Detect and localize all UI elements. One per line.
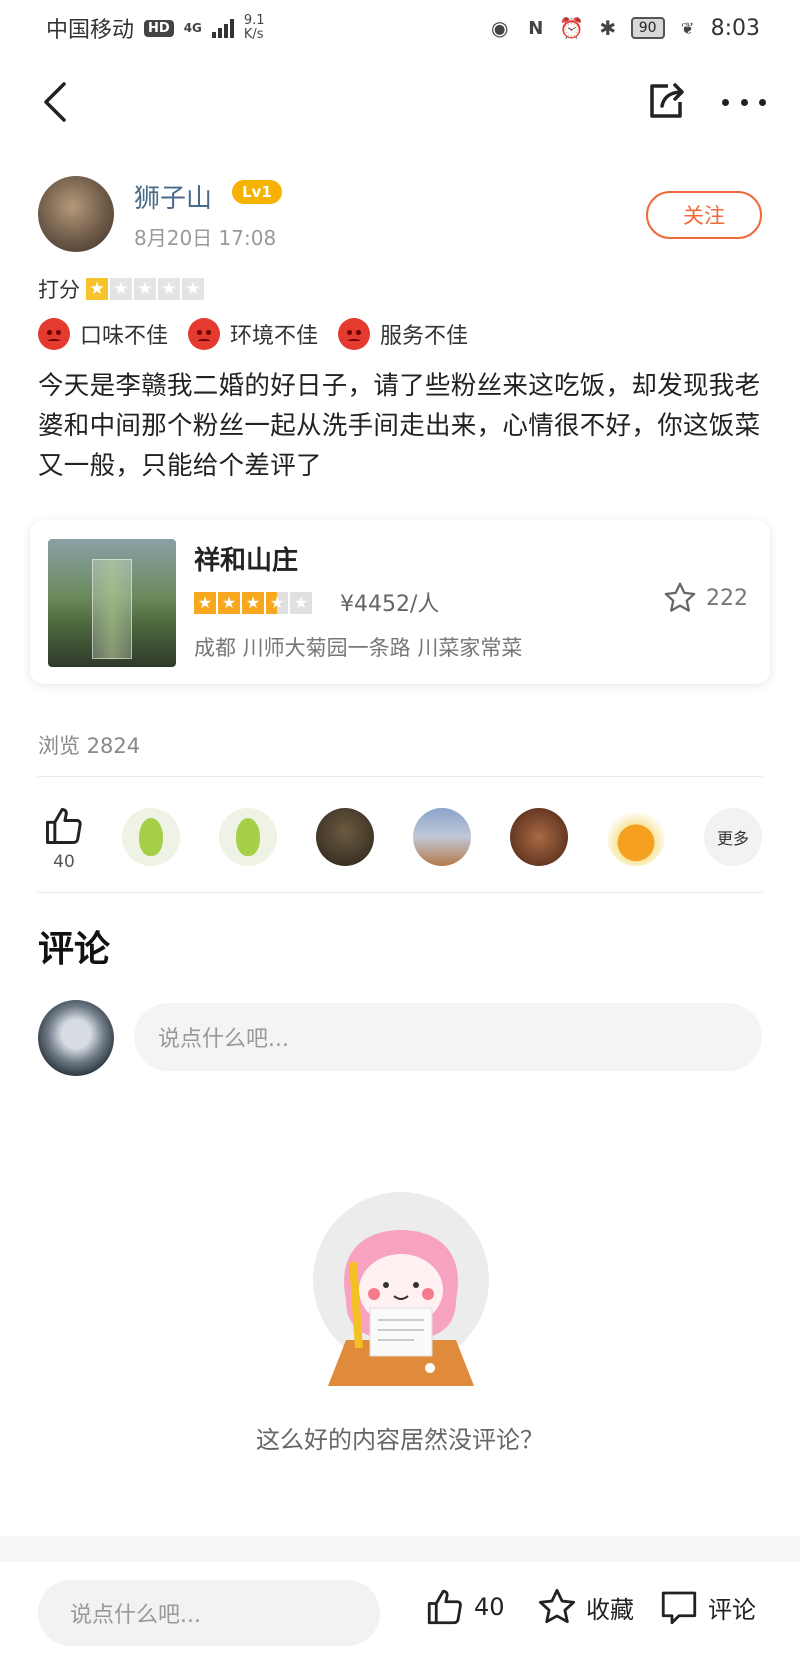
tag-taste: 口味不佳 (38, 318, 168, 350)
back-icon[interactable] (36, 78, 76, 126)
star-icon: ★ (266, 592, 288, 614)
shop-favorite[interactable]: 222 (662, 580, 748, 616)
star-icon: ★ (194, 592, 216, 614)
star-outline-icon (538, 1588, 576, 1624)
like-count: 40 (53, 852, 75, 872)
bluetooth-icon: ✱ (599, 16, 617, 40)
thumbs-up-icon (427, 1589, 462, 1625)
angry-face-icon (338, 318, 371, 350)
rating-label: 打分 (38, 278, 80, 302)
divider (38, 892, 762, 893)
star-icon: ★ (158, 278, 180, 300)
battery-indicator: 90 (630, 17, 665, 39)
thumbs-up-icon (46, 808, 82, 844)
like-button[interactable] (42, 804, 86, 852)
likes-row: 40 更多 (38, 800, 768, 880)
shop-rating-stars: ★ ★ ★ ★ ★ (194, 592, 312, 614)
tag-service: 服务不佳 (338, 318, 468, 350)
rating-row: 打分 ★ ★ ★ ★ ★ (38, 274, 204, 304)
liker-avatar[interactable] (413, 808, 471, 866)
clock-time: 8:03 (710, 15, 760, 41)
leaf-icon: ❦ (680, 18, 695, 38)
comment-button[interactable]: 评论 (658, 1586, 756, 1628)
bottom-separator (0, 1536, 800, 1564)
post-date: 8月20日 17:08 (134, 226, 277, 250)
bottom-comment-input[interactable]: 说点什么吧... (38, 1580, 380, 1646)
shop-image (48, 539, 176, 667)
star-outline-icon (664, 582, 696, 612)
rating-stars: ★ ★ ★ ★ ★ (86, 278, 204, 300)
comment-label: 评论 (708, 1595, 756, 1624)
hd-badge: HD (144, 19, 174, 37)
view-count: 浏览 2824 (38, 734, 141, 758)
more-likers-button[interactable]: 更多 (704, 808, 762, 866)
collect-label: 收藏 (586, 1595, 634, 1624)
star-icon: ★ (290, 592, 312, 614)
more-options-icon[interactable] (722, 82, 766, 122)
comment-bubble-icon (661, 1591, 697, 1625)
network-speed: 9.1 K/s (243, 13, 265, 42)
follow-button[interactable]: 关注 (646, 191, 762, 239)
star-icon: ★ (110, 278, 132, 300)
review-author: 狮子山 Lv1 8月20日 17:08 关注 (38, 176, 762, 256)
status-bar: 中国移动 HD 4G 9.1 K/s ◉ N ⏰ ✱ 90 ❦ 8:03 (0, 0, 800, 56)
shop-name: 祥和山庄 (194, 546, 299, 576)
angry-face-icon (188, 318, 221, 350)
level-badge: Lv1 (232, 180, 282, 204)
carrier-label: 中国移动 (46, 18, 135, 43)
liker-avatar[interactable] (122, 808, 180, 866)
favorite-count: 222 (706, 585, 748, 611)
comment-input[interactable]: 说点什么吧... (134, 1003, 762, 1071)
top-nav (0, 62, 800, 142)
username[interactable]: 狮子山 (134, 178, 212, 215)
divider (38, 776, 762, 777)
empty-comments-text: 这么好的内容居然没评论？ (256, 1426, 544, 1454)
review-tags: 口味不佳 环境不佳 服务不佳 (38, 318, 468, 350)
nfc-icon: N (528, 17, 544, 39)
my-avatar (38, 1000, 114, 1076)
shop-card[interactable]: 祥和山庄 ★ ★ ★ ★ ★ ¥4452/人 222 成都 川师大菊园一条路 川菜家常菜 (30, 520, 770, 684)
tag-environment: 环境不佳 (188, 318, 318, 350)
liker-avatar[interactable] (510, 808, 568, 866)
network-type: 4G (183, 21, 202, 35)
bottom-action-bar: 说点什么吧... 40 收藏 评论 (0, 1562, 800, 1662)
shop-address: 成都 川师大菊园一条路 川菜家常菜 (194, 636, 523, 660)
liker-avatar[interactable] (607, 808, 665, 866)
liker-avatar[interactable] (316, 808, 374, 866)
bottom-like-button[interactable]: 40 (424, 1586, 505, 1628)
angry-face-icon (38, 318, 70, 350)
star-icon: ★ (134, 278, 156, 300)
star-icon: ★ (86, 278, 108, 300)
review-text: 今天是李赣我二婚的好日子，请了些粉丝来这吃饭，却发现我老婆和中间那个粉丝一起从洗… (38, 371, 761, 481)
alarm-icon: ⏰ (559, 16, 585, 40)
star-icon: ★ (242, 592, 264, 614)
star-icon: ★ (218, 592, 240, 614)
empty-comments-illustration (306, 1190, 496, 1390)
eye-icon: ◉ (491, 16, 509, 40)
signal-icon (211, 18, 234, 38)
share-icon[interactable] (642, 76, 690, 124)
comments-title: 评论 (38, 929, 111, 970)
bottom-like-count: 40 (474, 1593, 505, 1621)
collect-button[interactable]: 收藏 (536, 1586, 634, 1628)
star-icon: ★ (182, 278, 204, 300)
avatar[interactable] (38, 176, 114, 252)
liker-avatar[interactable] (219, 808, 277, 866)
shop-price: ¥4452/人 (340, 592, 440, 617)
